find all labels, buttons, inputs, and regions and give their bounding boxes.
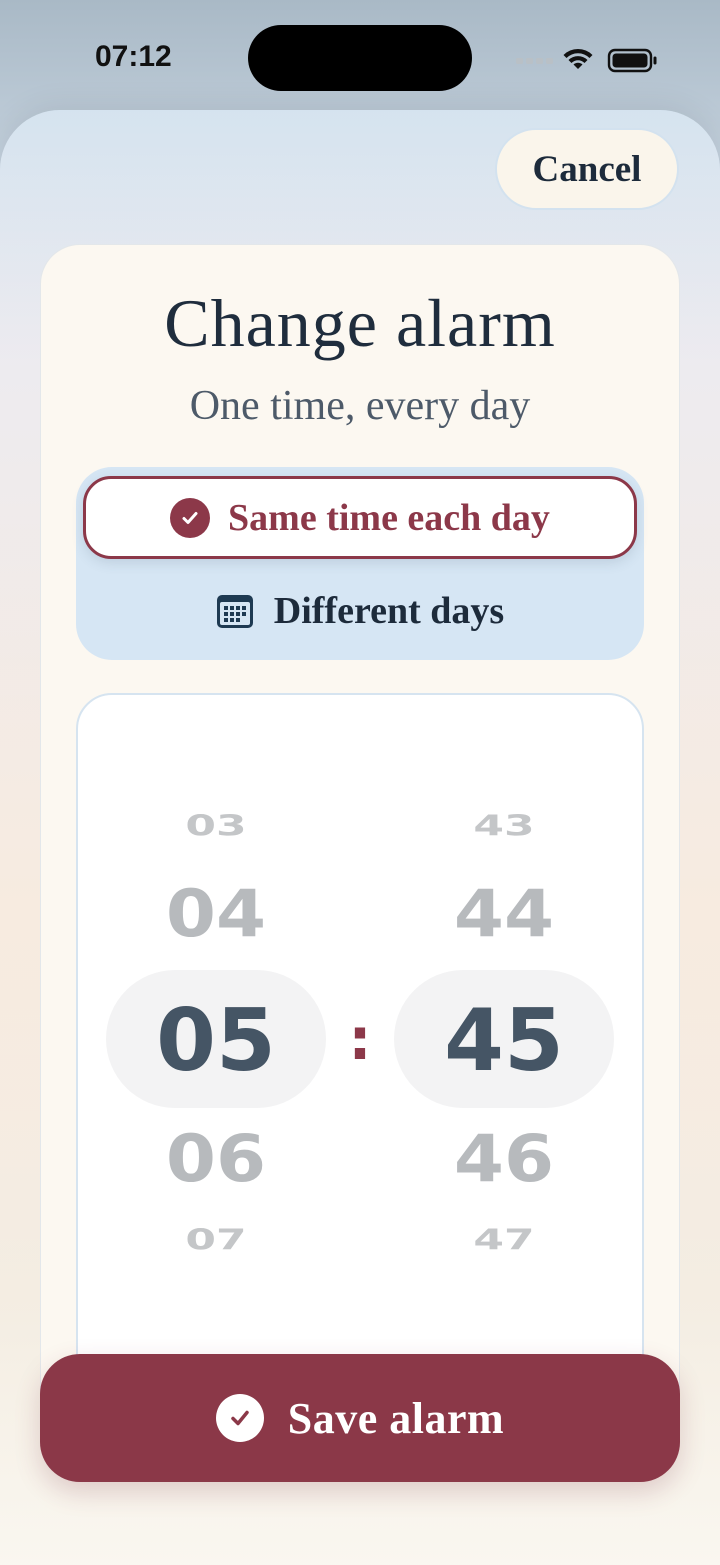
cellular-signal-icon: [516, 58, 553, 64]
page-subtitle: One time, every day: [189, 383, 531, 429]
calendar-icon: [216, 595, 253, 628]
minute-option[interactable]: 47: [394, 1226, 614, 1255]
hour-option[interactable]: 06: [106, 1126, 326, 1191]
status-icons: [516, 48, 657, 73]
mode-same-time-label: Same time each day: [228, 496, 550, 539]
dynamic-island: [248, 25, 472, 91]
hour-option[interactable]: 07: [106, 1226, 326, 1255]
mode-same-time-option[interactable]: Same time each day: [83, 476, 637, 559]
status-time: 07:12: [95, 40, 172, 73]
hour-option[interactable]: 04: [106, 881, 326, 946]
hour-option[interactable]: 03: [106, 812, 326, 841]
save-alarm-label: Save alarm: [287, 1393, 505, 1443]
minute-option[interactable]: 43: [394, 812, 614, 841]
page-title: Change alarm: [164, 285, 556, 361]
battery-icon: [607, 48, 657, 73]
hour-selected[interactable]: 05: [106, 998, 326, 1084]
mode-different-days-label: Different days: [273, 590, 505, 632]
minute-option[interactable]: 44: [394, 881, 614, 946]
wifi-icon: [563, 48, 593, 69]
status-bar: 07:12: [0, 0, 720, 110]
minute-selected[interactable]: 45: [394, 998, 614, 1084]
check-circle-icon: [170, 497, 211, 538]
time-separator: :: [348, 1005, 372, 1073]
save-alarm-button[interactable]: Save alarm: [40, 1354, 680, 1482]
minute-option[interactable]: 46: [394, 1126, 614, 1191]
check-circle-icon: [215, 1394, 264, 1442]
mode-different-days-option[interactable]: Different days: [83, 570, 637, 652]
cancel-button[interactable]: Cancel: [495, 128, 679, 210]
